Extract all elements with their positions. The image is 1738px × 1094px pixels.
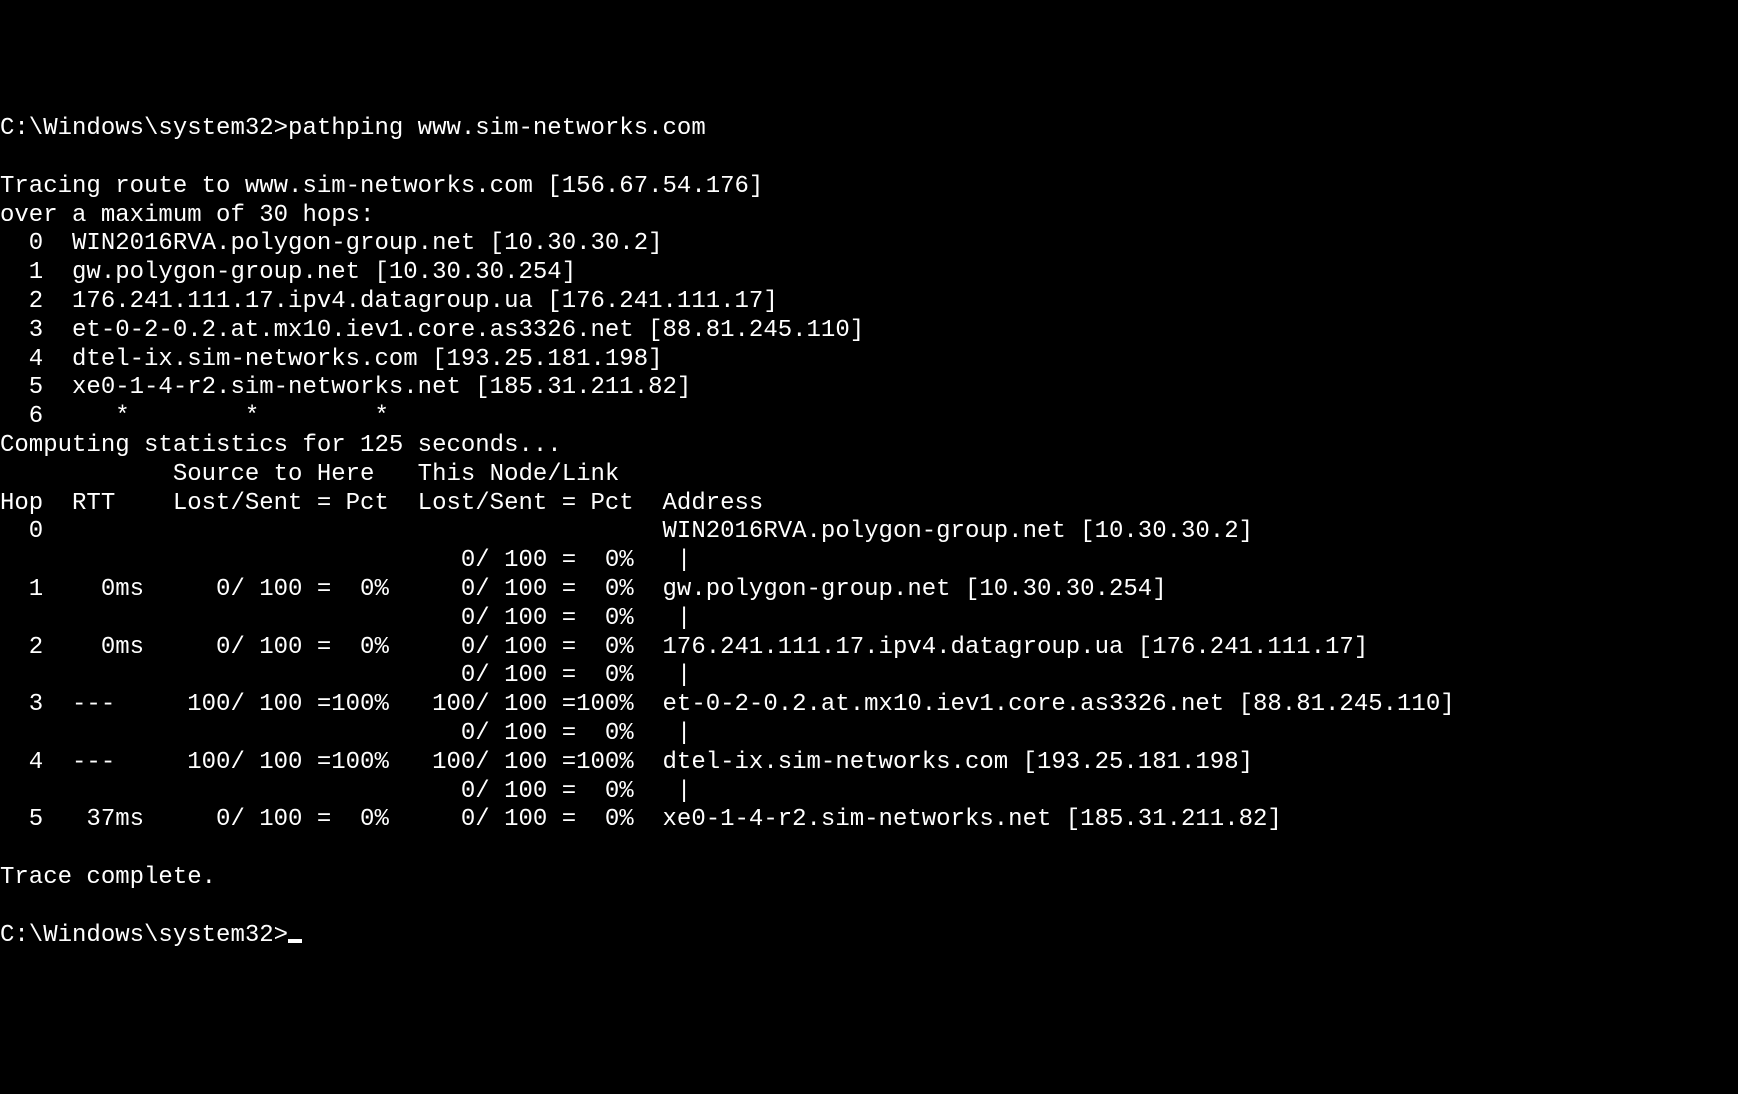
prompt: C:\Windows\system32>: [0, 115, 288, 142]
stats-row: 0 WIN2016RVA.polygon-group.net [10.30.30…: [0, 518, 1253, 545]
trace-hop-row: 4 dtel-ix.sim-networks.com [193.25.181.1…: [0, 346, 663, 373]
trace-hop-row: 6 * * *: [0, 403, 389, 430]
trace-hop-row: 2 176.241.111.17.ipv4.datagroup.ua [176.…: [0, 288, 778, 315]
trace-hop-row: 1 gw.polygon-group.net [10.30.30.254]: [0, 259, 576, 286]
cursor-icon: [288, 939, 302, 943]
stats-header-groups: Source to Here This Node/Link: [0, 461, 619, 488]
terminal-window[interactable]: C:\Windows\system32>pathping www.sim-net…: [0, 115, 1738, 950]
stats-link-row: 0/ 100 = 0% |: [0, 605, 691, 632]
stats-link-row: 0/ 100 = 0% |: [0, 778, 691, 805]
stats-row: 1 0ms 0/ 100 = 0% 0/ 100 = 0% gw.polygon…: [0, 576, 1167, 603]
trace-hop-row: 5 xe0-1-4-r2.sim-networks.net [185.31.21…: [0, 374, 691, 401]
trace-hop-row: 0 WIN2016RVA.polygon-group.net [10.30.30…: [0, 230, 663, 257]
stats-row: 2 0ms 0/ 100 = 0% 0/ 100 = 0% 176.241.11…: [0, 634, 1368, 661]
computing-status: Computing statistics for 125 seconds...: [0, 432, 562, 459]
command-input: pathping www.sim-networks.com: [288, 115, 706, 142]
trace-complete: Trace complete.: [0, 864, 216, 891]
stats-header-columns: Hop RTT Lost/Sent = Pct Lost/Sent = Pct …: [0, 490, 763, 517]
stats-row: 3 --- 100/ 100 =100% 100/ 100 =100% et-0…: [0, 691, 1455, 718]
stats-link-row: 0/ 100 = 0% |: [0, 662, 691, 689]
prompt: C:\Windows\system32>: [0, 922, 288, 949]
tracing-header-1: Tracing route to www.sim-networks.com [1…: [0, 173, 763, 200]
stats-link-row: 0/ 100 = 0% |: [0, 547, 691, 574]
tracing-header-2: over a maximum of 30 hops:: [0, 202, 374, 229]
stats-link-row: 0/ 100 = 0% |: [0, 720, 691, 747]
stats-row: 4 --- 100/ 100 =100% 100/ 100 =100% dtel…: [0, 749, 1253, 776]
trace-hop-row: 3 et-0-2-0.2.at.mx10.iev1.core.as3326.ne…: [0, 317, 864, 344]
stats-row: 5 37ms 0/ 100 = 0% 0/ 100 = 0% xe0-1-4-r…: [0, 806, 1282, 833]
